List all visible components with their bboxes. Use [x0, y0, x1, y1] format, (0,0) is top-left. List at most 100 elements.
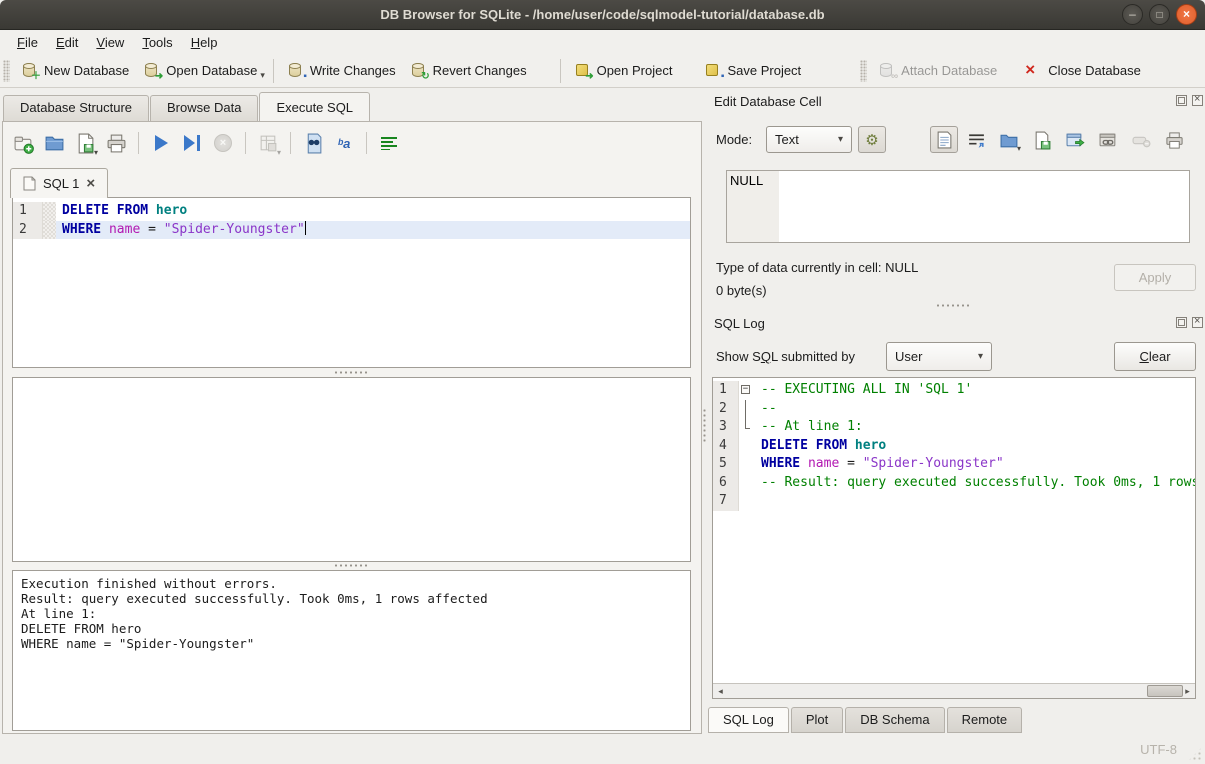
revert-changes-button[interactable]: ↻ Revert Changes — [403, 58, 534, 83]
sql-log-view[interactable]: 1-- EXECUTING ALL IN 'SQL 1'2--3-- At li… — [712, 377, 1196, 699]
menu-help[interactable]: Help — [182, 32, 227, 53]
save-project-button[interactable]: ▪ Save Project — [697, 58, 808, 83]
main-tab-bar: Database Structure Browse Data Execute S… — [3, 95, 371, 121]
splitter-handle[interactable] — [334, 563, 368, 568]
print-icon[interactable] — [105, 132, 127, 154]
splitter-handle[interactable] — [334, 370, 368, 375]
auto-switch-mode-button[interactable] — [858, 126, 886, 153]
apply-button[interactable]: Apply — [1114, 264, 1196, 291]
database-open-icon: ➜ — [143, 62, 160, 79]
toolbar-drag-handle[interactable] — [860, 60, 867, 82]
code-token: name — [109, 222, 140, 237]
menu-view[interactable]: View — [87, 32, 133, 53]
new-database-button[interactable]: ＋ New Database — [14, 58, 136, 83]
sql-tab-label: SQL 1 — [43, 176, 79, 191]
code-token: -- — [761, 401, 777, 416]
menu-bar: File Edit View Tools Help — [0, 30, 1205, 54]
dock-splitter-handle[interactable] — [936, 303, 970, 308]
line-number: 3 — [713, 418, 739, 437]
attach-database-button[interactable]: ∞ Attach Database — [871, 58, 1004, 83]
code-line: 1-- EXECUTING ALL IN 'SQL 1' — [713, 381, 1195, 400]
font-icon[interactable]: ᵇa — [333, 132, 355, 154]
title-bar[interactable]: DB Browser for SQLite - /home/user/code/… — [0, 0, 1205, 30]
stop-icon[interactable] — [212, 132, 234, 154]
save-sql-dropdown-icon[interactable] — [94, 148, 98, 157]
tab-plot[interactable]: Plot — [791, 707, 843, 733]
execution-messages[interactable]: Execution finished without errors. Resul… — [12, 570, 691, 731]
menu-edit[interactable]: Edit — [47, 32, 87, 53]
scrollbar-thumb[interactable] — [1147, 685, 1183, 697]
code-token: DELETE FROM — [62, 203, 148, 218]
write-changes-button[interactable]: ▪ Write Changes — [280, 58, 403, 83]
execute-current-line-icon[interactable] — [181, 132, 203, 154]
save-results-dropdown-icon[interactable] — [277, 148, 281, 157]
sql-document-tab[interactable]: SQL 1 — [10, 168, 108, 198]
encoding-indicator[interactable]: UTF-8 — [1140, 742, 1177, 757]
dock-close-icon[interactable] — [1192, 95, 1203, 106]
toolbar-separator — [366, 132, 367, 154]
cell-content-editor[interactable]: NULL — [726, 170, 1190, 243]
results-grid[interactable] — [12, 377, 691, 562]
execute-all-icon[interactable] — [150, 132, 172, 154]
export-data-icon[interactable] — [1032, 130, 1052, 150]
close-sql-tab-icon[interactable] — [86, 177, 95, 190]
open-project-button[interactable]: ➜ Open Project — [567, 58, 680, 83]
mode-combo[interactable]: Text — [766, 126, 852, 153]
tab-sql-log[interactable]: SQL Log — [708, 707, 789, 733]
fold-column — [739, 474, 755, 493]
collapse-icon[interactable] — [741, 385, 750, 394]
open-in-external-icon[interactable] — [1065, 130, 1085, 150]
chevron-down-icon — [828, 134, 843, 145]
open-sql-file-icon[interactable] — [43, 132, 65, 154]
import-dropdown-icon[interactable] — [1017, 144, 1021, 153]
set-null-icon[interactable] — [1131, 130, 1151, 150]
scroll-left-icon[interactable] — [713, 684, 728, 698]
database-attach-icon: ∞ — [878, 62, 895, 79]
close-button[interactable] — [1176, 4, 1197, 25]
code-line: 4DELETE FROM hero — [713, 437, 1195, 456]
new-tab-icon[interactable] — [12, 132, 34, 154]
dock-float-icon[interactable] — [1176, 95, 1187, 106]
find-replace-icon[interactable] — [302, 132, 324, 154]
toolbar-drag-handle[interactable] — [3, 60, 10, 82]
code-token: DELETE FROM — [761, 438, 847, 453]
text-mode-toggle[interactable] — [930, 126, 958, 153]
menu-tools[interactable]: Tools — [133, 32, 181, 53]
fold-marker — [739, 418, 755, 437]
execute-sql-toolbar: ᵇa — [12, 132, 400, 154]
log-filter-combo[interactable]: User — [886, 342, 992, 371]
menu-file[interactable]: File — [8, 32, 47, 53]
tab-execute-sql[interactable]: Execute SQL — [259, 92, 370, 121]
tab-remote[interactable]: Remote — [947, 707, 1023, 733]
maximize-button[interactable] — [1149, 4, 1170, 25]
tab-browse-data[interactable]: Browse Data — [150, 95, 258, 121]
code-line: 2-- — [713, 400, 1195, 419]
tab-db-schema[interactable]: DB Schema — [845, 707, 944, 733]
resize-grip[interactable] — [1188, 747, 1202, 761]
code-text: -- — [755, 400, 1195, 419]
print-cell-icon[interactable] — [1164, 130, 1184, 150]
horizontal-scrollbar[interactable] — [713, 683, 1195, 698]
save-sql-file-icon[interactable] — [74, 132, 96, 154]
import-data-icon[interactable] — [999, 130, 1019, 150]
word-wrap-icon[interactable] — [966, 130, 986, 150]
save-results-icon[interactable] — [257, 132, 279, 154]
open-database-button[interactable]: ➜ Open Database — [136, 58, 264, 83]
vertical-splitter-handle[interactable] — [702, 408, 707, 444]
dock-close-icon[interactable] — [1192, 317, 1203, 328]
line-number: 2 — [13, 221, 43, 240]
window-title: DB Browser for SQLite - /home/user/code/… — [380, 7, 824, 22]
clear-log-button[interactable]: Clear — [1114, 342, 1196, 371]
fold-marker[interactable] — [739, 381, 755, 400]
code-text: DELETE FROM hero — [56, 202, 690, 221]
tab-database-structure[interactable]: Database Structure — [3, 95, 149, 121]
log-filter-label: Show SQL submitted by — [716, 349, 855, 364]
dock-controls — [1176, 95, 1203, 106]
dock-float-icon[interactable] — [1176, 317, 1187, 328]
close-database-button[interactable]: Close Database — [1018, 58, 1148, 83]
format-sql-icon[interactable] — [378, 132, 400, 154]
link-icon[interactable] — [1098, 130, 1118, 150]
minimize-button[interactable] — [1122, 4, 1143, 25]
open-database-dropdown-icon[interactable] — [260, 70, 265, 81]
sql-editor[interactable]: 1DELETE FROM hero2WHERE name = "Spider-Y… — [12, 197, 691, 368]
